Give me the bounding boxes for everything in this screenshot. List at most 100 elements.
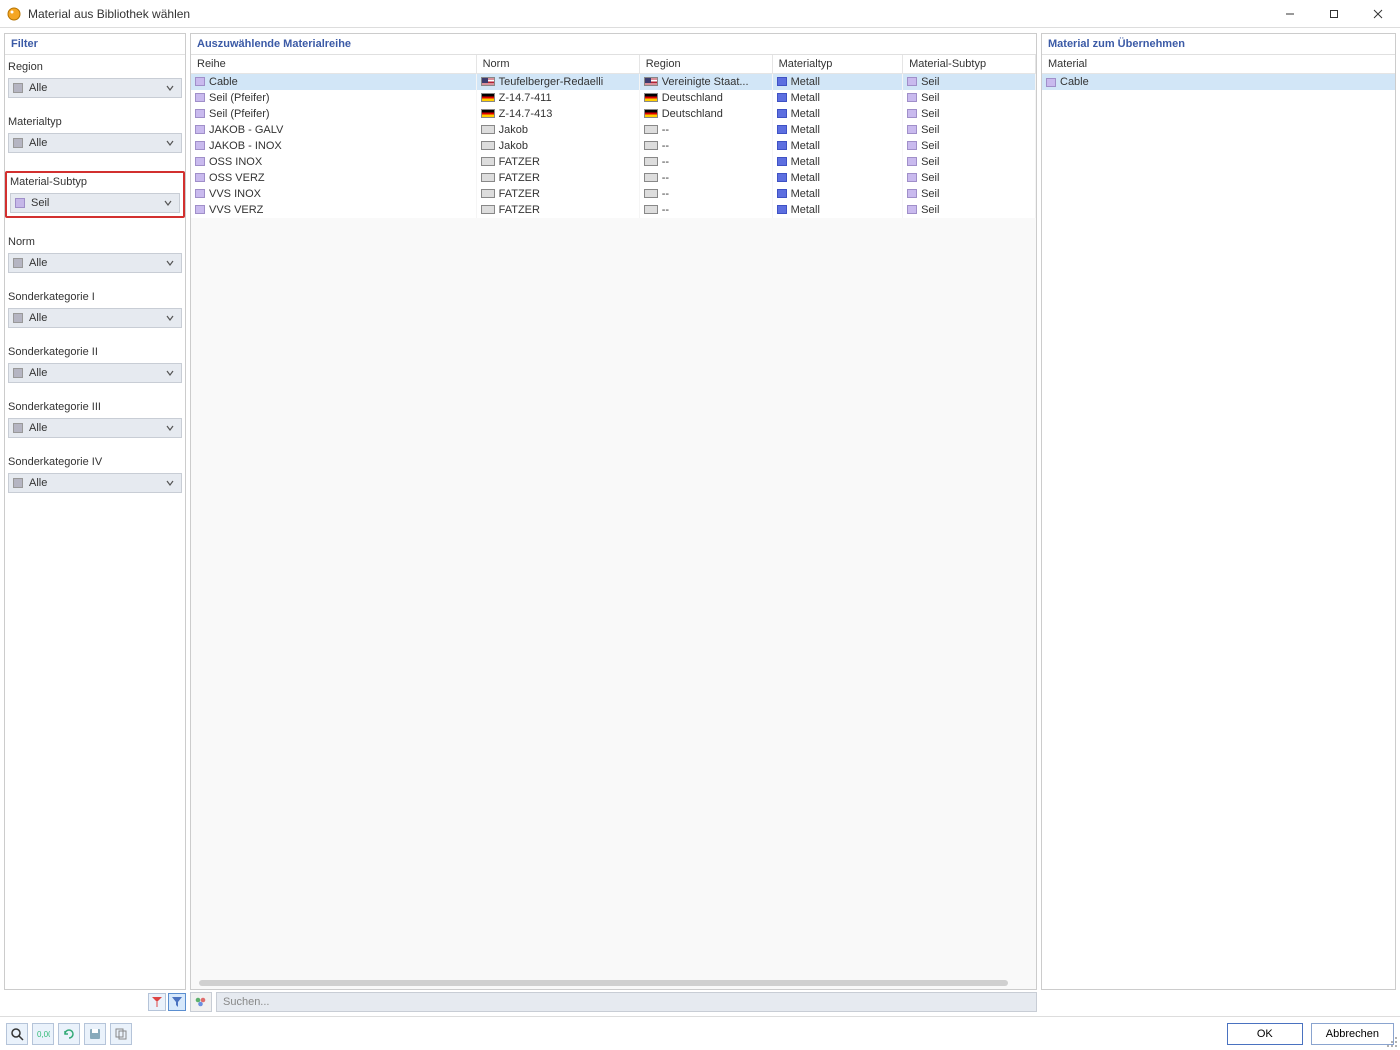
table-row[interactable]: VVS INOXFATZER--MetallSeil [191, 186, 1036, 202]
minimize-button[interactable] [1268, 0, 1312, 28]
maximize-button[interactable] [1312, 0, 1356, 28]
selected-material-header: Material zum Übernehmen [1042, 34, 1395, 55]
swatch-icon [13, 423, 23, 433]
flag-icon [481, 93, 495, 102]
swatch-icon [907, 93, 917, 102]
table-row[interactable]: JAKOB - GALVJakob--MetallSeil [191, 122, 1036, 138]
column-header[interactable]: Materialtyp [772, 55, 902, 74]
swatch-icon [907, 157, 917, 166]
swatch-icon [777, 189, 787, 198]
filter-icon-group [4, 993, 186, 1011]
flag-icon [481, 141, 495, 150]
filter-dropdown-materialtyp[interactable]: Alle [8, 133, 182, 153]
table-row[interactable]: Seil (Pfeifer)Z-14.7-411DeutschlandMetal… [191, 90, 1036, 106]
group-icon[interactable] [190, 992, 212, 1012]
material-series-grid[interactable]: ReiheNormRegionMaterialtypMaterial-Subty… [191, 55, 1036, 989]
search-tool-button[interactable] [6, 1023, 28, 1045]
chevron-down-icon [163, 258, 177, 268]
horizontal-scrollbar[interactable] [199, 980, 1008, 986]
filter-value-material_subtyp: Seil [31, 197, 161, 209]
filter-group-sk4: Sonderkategorie IV Alle [8, 456, 182, 493]
swatch-icon [907, 189, 917, 198]
swatch-icon [907, 125, 917, 134]
swatch-icon [195, 173, 205, 182]
window-controls [1268, 0, 1400, 28]
resize-grip-icon[interactable] [1386, 1036, 1398, 1048]
table-row[interactable]: CableTeufelberger-RedaelliVereinigte Sta… [191, 74, 1036, 90]
filter-label-norm: Norm [8, 236, 182, 248]
filter-dropdown-sk2[interactable]: Alle [8, 363, 182, 383]
titlebar: Material aus Bibliothek wählen [0, 0, 1400, 28]
refresh-tool-button[interactable] [58, 1023, 80, 1045]
table-row[interactable]: OSS INOXFATZER--MetallSeil [191, 154, 1036, 170]
table-row[interactable]: VVS VERZFATZER--MetallSeil [191, 202, 1036, 218]
filter-group-sk3: Sonderkategorie IIIAlle [8, 401, 182, 438]
svg-text:0,00: 0,00 [37, 1030, 50, 1039]
chevron-down-icon [163, 423, 177, 433]
filter-group-materialtyp: Materialtyp Alle [8, 116, 182, 153]
save-tool-button[interactable] [84, 1023, 106, 1045]
swatch-icon [195, 205, 205, 214]
filter-group-sk1: Sonderkategorie I Alle [8, 291, 182, 328]
filter-label-sk2: Sonderkategorie II [8, 346, 182, 358]
swatch-icon [907, 109, 917, 118]
filter-dropdown-sk1[interactable]: Alle [8, 308, 182, 328]
filter-group-material_subtyp: Material-SubtypSeil [5, 171, 185, 218]
table-row[interactable]: Seil (Pfeifer)Z-14.7-413DeutschlandMetal… [191, 106, 1036, 122]
filter-label-sk1: Sonderkategorie I [8, 291, 182, 303]
list-item-label: Cable [1060, 76, 1089, 88]
filter-group-sk2: Sonderkategorie II Alle [8, 346, 182, 383]
column-header[interactable]: Material-Subtyp [903, 55, 1036, 74]
swatch-icon [13, 258, 23, 268]
table-row[interactable]: OSS VERZFATZER--MetallSeil [191, 170, 1036, 186]
filter-value-sk1: Alle [29, 312, 163, 324]
swatch-icon [777, 205, 787, 214]
filter-dropdown-region[interactable]: Alle [8, 78, 182, 98]
column-header[interactable]: Norm [476, 55, 639, 74]
chevron-down-icon [163, 83, 177, 93]
filter-dropdown-material_subtyp[interactable]: Seil [10, 193, 180, 213]
table-row[interactable]: JAKOB - INOXJakob--MetallSeil [191, 138, 1036, 154]
cancel-button[interactable]: Abbrechen [1311, 1023, 1394, 1045]
swatch-icon [777, 93, 787, 102]
close-button[interactable] [1356, 0, 1400, 28]
filter-toggle-button[interactable] [168, 993, 186, 1011]
chevron-down-icon [163, 313, 177, 323]
swatch-icon [195, 141, 205, 150]
filter-label-region: Region [8, 61, 182, 73]
swatch-icon [1046, 78, 1056, 87]
swatch-icon [195, 125, 205, 134]
filter-dropdown-sk3[interactable]: Alle [8, 418, 182, 438]
search-input[interactable] [216, 992, 1037, 1012]
swatch-icon [15, 198, 25, 208]
swatch-icon [907, 205, 917, 214]
filter-group-norm: Norm Alle [8, 236, 182, 273]
column-header[interactable]: Reihe [191, 55, 476, 74]
swatch-icon [907, 77, 917, 86]
chevron-down-icon [163, 138, 177, 148]
below-panels-bar [0, 990, 1400, 1016]
filter-dropdown-norm[interactable]: Alle [8, 253, 182, 273]
filter-label-materialtyp: Materialtyp [8, 116, 182, 128]
copy-tool-button[interactable] [110, 1023, 132, 1045]
swatch-icon [907, 173, 917, 182]
swatch-icon [13, 138, 23, 148]
filter-group-region: Region Alle [8, 61, 182, 98]
filter-label-sk4: Sonderkategorie IV [8, 456, 182, 468]
swatch-icon [907, 141, 917, 150]
filter-dropdown-sk4[interactable]: Alle [8, 473, 182, 493]
clear-filter-button[interactable] [148, 993, 166, 1011]
filter-value-materialtyp: Alle [29, 137, 163, 149]
selected-material-list[interactable]: Cable [1042, 74, 1395, 989]
decimal-tool-button[interactable]: 0,00 [32, 1023, 54, 1045]
flag-icon [481, 77, 495, 86]
swatch-icon [777, 125, 787, 134]
swatch-icon [777, 157, 787, 166]
flag-icon [481, 125, 495, 134]
selected-material-panel: Material zum Übernehmen Material Cable [1041, 33, 1396, 990]
list-item[interactable]: Cable [1042, 74, 1395, 90]
app-icon [6, 6, 22, 22]
column-header[interactable]: Region [639, 55, 772, 74]
filter-value-sk3: Alle [29, 422, 163, 434]
ok-button[interactable]: OK [1227, 1023, 1303, 1045]
